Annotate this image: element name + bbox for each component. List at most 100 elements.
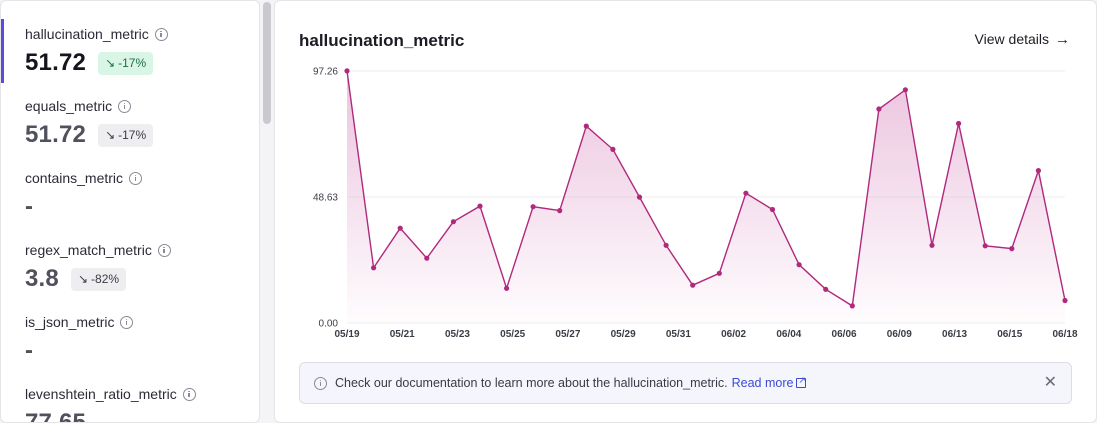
metric-name: levenshtein_ratio_metric (25, 386, 177, 402)
metric-value: 3.8 (25, 265, 59, 292)
metric-value-row: 51.72 ↘ -17% (25, 49, 168, 77)
badge-label: -17% (118, 56, 147, 70)
x-tick-label: 05/19 (334, 329, 359, 340)
metric-name: regex_match_metric (25, 242, 152, 258)
data-point (769, 206, 776, 213)
data-point (424, 255, 430, 261)
metric-name-row: contains_metric (25, 169, 143, 187)
data-point (743, 190, 749, 196)
trend-down-icon: ↘ (77, 272, 88, 286)
metric-item-is-json[interactable]: is_json_metric - (25, 313, 134, 365)
info-icon[interactable] (157, 243, 171, 257)
metric-value-row: - (25, 337, 133, 365)
change-badge: ↘ -17% (98, 51, 154, 75)
x-tick-label: 05/27 (555, 329, 580, 340)
y-tick-label: 97.26 (313, 67, 338, 78)
metric-value: 77.65 (25, 409, 87, 423)
data-point (583, 123, 589, 129)
metric-item-regex-match[interactable]: regex_match_metric 3.8 ↘ -82% (25, 241, 171, 293)
data-point (610, 146, 616, 152)
metric-name: hallucination_metric (25, 26, 149, 42)
metric-value: 51.72 (25, 121, 87, 148)
data-point (956, 120, 962, 127)
metric-name-row: is_json_metric (25, 313, 134, 331)
metric-value-row: - (25, 193, 142, 221)
metric-item-contains[interactable]: contains_metric - (25, 169, 143, 221)
x-tick-label: 06/04 (776, 329, 801, 340)
data-point (397, 225, 403, 231)
data-point (450, 219, 456, 225)
data-point (823, 286, 829, 292)
data-point (1009, 246, 1015, 252)
data-point (902, 87, 909, 93)
change-badge: ↘ -17% (98, 123, 154, 147)
data-point (929, 242, 935, 248)
y-tick-label: 0.00 (319, 319, 339, 330)
scrollbar-thumb[interactable] (263, 2, 271, 124)
info-icon[interactable] (182, 387, 196, 401)
data-point (1062, 297, 1068, 304)
info-icon[interactable] (120, 315, 134, 329)
metric-name: is_json_metric (25, 314, 115, 330)
data-point (1035, 168, 1041, 174)
data-point (796, 262, 802, 268)
x-tick-label: 05/23 (445, 329, 470, 340)
x-tick-label: 05/21 (390, 329, 415, 340)
data-point (344, 68, 350, 74)
info-icon[interactable] (118, 99, 132, 113)
metric-value-row: 3.8 ↘ -82% (25, 265, 171, 293)
data-point (849, 303, 855, 309)
x-tick-label: 06/15 (997, 329, 1022, 340)
change-badge: ↘ -82% (70, 267, 127, 291)
external-link-icon (796, 375, 807, 388)
chart-panel: hallucination_metric View details → 0.00… (274, 0, 1097, 423)
badge-label: -82% (91, 272, 120, 286)
data-point (504, 285, 510, 291)
metric-list-panel: hallucination_metric 51.72 ↘ -17% equals_… (0, 0, 260, 423)
metric-name: equals_metric (25, 98, 113, 114)
x-tick-label: 06/06 (832, 329, 857, 340)
x-tick-label: 06/18 (1052, 329, 1077, 340)
metric-item-levenshtein-ratio[interactable]: levenshtein_ratio_metric 77.65 (25, 385, 196, 423)
read-more-link[interactable]: Read more (731, 375, 807, 390)
data-point (982, 243, 988, 249)
data-point (690, 282, 696, 288)
trend-down-icon: ↘ (105, 128, 115, 142)
x-tick-label: 06/13 (942, 329, 967, 340)
metric-name-row: levenshtein_ratio_metric (25, 385, 196, 403)
x-tick-label: 05/29 (611, 329, 636, 340)
chart-canvas: 0.00 48.63 97.26 05/19 05/21 05/23 05/25 05/27 0… (313, 67, 1078, 341)
data-point (530, 204, 536, 210)
badge-label: -17% (118, 128, 147, 142)
metric-name-row: hallucination_metric (25, 25, 168, 43)
metric-value-row: 51.72 ↘ -17% (25, 121, 154, 149)
y-tick-label: 48.63 (313, 193, 338, 204)
info-icon (314, 376, 327, 390)
metric-value: 51.72 (25, 49, 87, 76)
metric-item-hallucination[interactable]: hallucination_metric 51.72 ↘ -17% (25, 25, 168, 77)
active-indicator (1, 19, 4, 83)
metric-name-row: equals_metric (25, 97, 153, 115)
documentation-notice: Check our documentation to learn more ab… (299, 362, 1072, 404)
info-icon[interactable] (129, 171, 143, 185)
data-point (477, 203, 483, 209)
data-point (716, 270, 722, 276)
read-more-label: Read more (731, 376, 794, 390)
notice-text: Check our documentation to learn more ab… (335, 376, 728, 390)
metric-value: - (25, 193, 34, 220)
data-point (371, 265, 377, 271)
data-point (636, 194, 643, 200)
metric-value: - (25, 337, 34, 364)
trend-down-icon: ↘ (105, 56, 115, 70)
metric-item-equals[interactable]: equals_metric 51.72 ↘ -17% (25, 97, 154, 149)
info-icon[interactable] (154, 27, 168, 41)
x-tick-label: 06/09 (887, 329, 912, 340)
metric-name: contains_metric (25, 170, 124, 186)
data-point (557, 208, 563, 214)
data-point (663, 242, 669, 248)
close-icon[interactable]: ✕ (1044, 373, 1057, 393)
metric-name-row: regex_match_metric (25, 241, 171, 259)
x-tick-label: 05/31 (666, 329, 691, 340)
x-tick-label: 05/25 (500, 329, 525, 340)
metric-value-row: 77.65 (25, 409, 196, 423)
